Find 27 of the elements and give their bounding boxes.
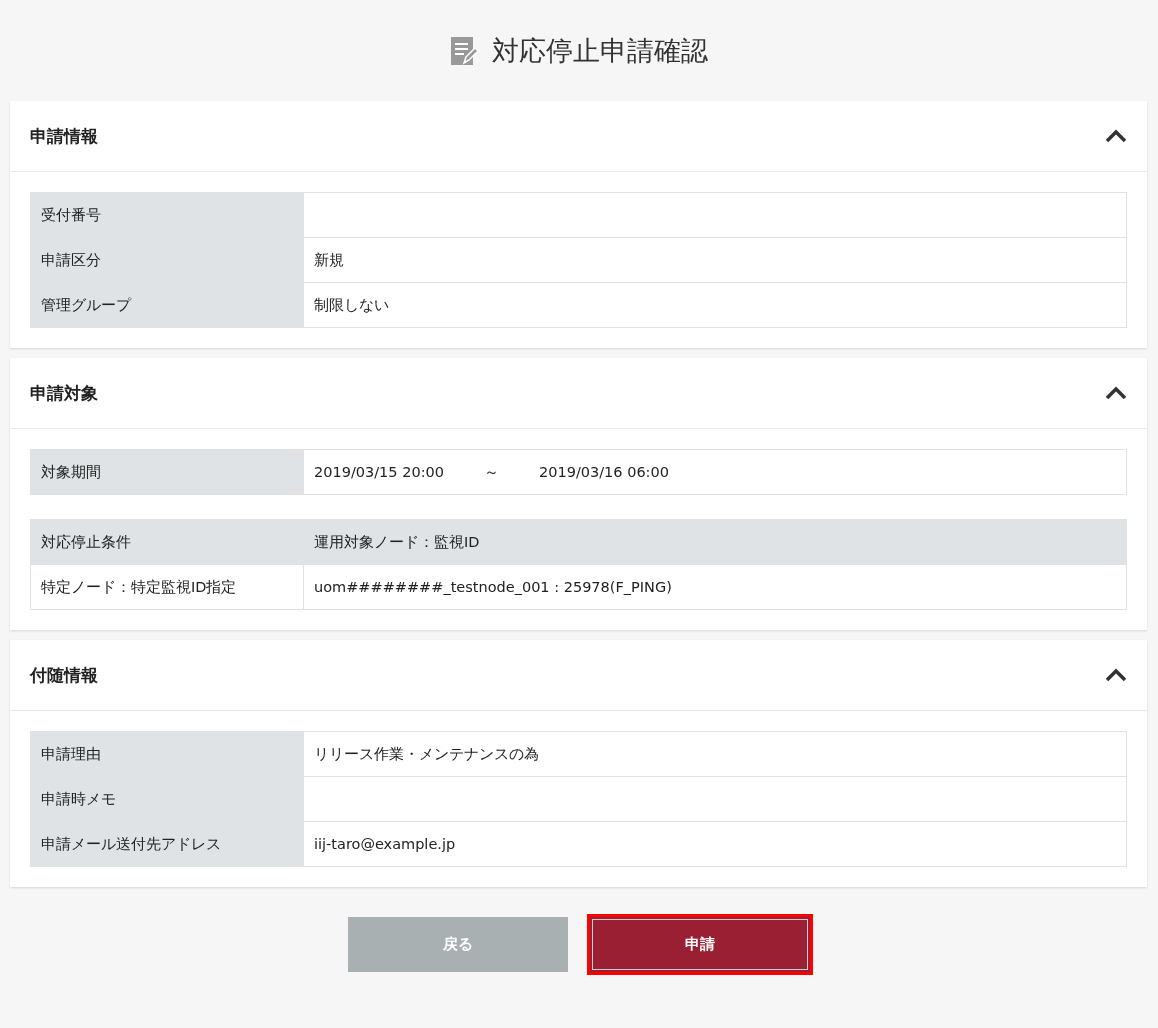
submit-button[interactable]: 申請 [589,917,810,972]
table-cell: 制限しない [303,282,1127,328]
table-cell: リリース作業・メンテナンスの為 [303,731,1127,777]
table-cell: 対応停止条件 [30,519,304,565]
table-cell: 申請理由 [30,731,304,777]
period-text: ～ [484,463,499,480]
section-title: 申請対象 [30,381,98,405]
section-title: 付随情報 [30,663,98,687]
table-cell: 管理グループ [30,282,304,328]
chevron-up-icon[interactable] [1105,668,1127,682]
table-cell: 新規 [303,237,1127,283]
section-title: 申請情報 [30,124,98,148]
table-cell: iij-taro@example.jp [303,821,1127,867]
document-edit-icon [449,35,480,66]
table-cell: 受付番号 [30,192,304,238]
chevron-up-icon[interactable] [1105,386,1127,400]
table-cell: 特定ノード：特定監視ID指定 [30,564,304,610]
table-cell: 申請時メモ [30,776,304,822]
chevron-up-icon[interactable] [1105,129,1127,143]
table-cell: 申請メール送付先アドレス [30,821,304,867]
page-title: 対応停止申請確認 [491,33,708,68]
table-cell: uom########_testnode_001 : 25978(F_PING) [303,564,1127,610]
table-cell: 運用対象ノード：監視ID [303,519,1127,565]
period-text: 2019/03/16 06:00 [539,463,669,480]
table-cell: 対象期間 [30,449,304,495]
table-cell: 申請区分 [30,237,304,283]
period-text: 2019/03/15 20:00 [314,463,444,480]
